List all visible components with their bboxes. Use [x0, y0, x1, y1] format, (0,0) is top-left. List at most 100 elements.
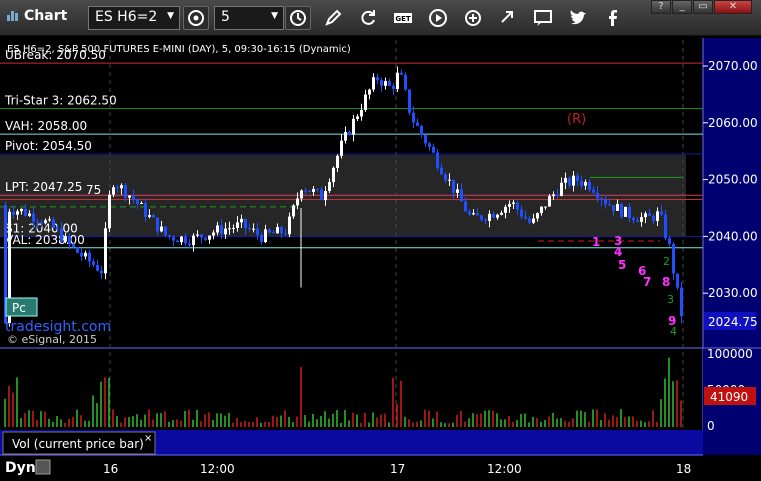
candle-body	[232, 227, 235, 229]
candle-body	[300, 190, 303, 199]
candle-body	[648, 213, 651, 216]
candle-body	[328, 182, 331, 192]
price-tick-label: 2070.00	[708, 59, 758, 73]
chart-area[interactable]: UBreak: 2070.50 Tri-Star 3: 2062.50 VAH: 2…	[0, 36, 761, 481]
twitter-icon[interactable]	[568, 8, 588, 28]
candle-body	[612, 205, 615, 211]
candle-body	[292, 205, 295, 217]
link-icon[interactable]	[498, 8, 518, 28]
candle-body	[152, 215, 155, 218]
candle-body	[524, 216, 527, 219]
candle-body	[368, 89, 371, 95]
close-study-icon[interactable]: ×	[144, 433, 152, 444]
chat-icon[interactable]	[533, 8, 553, 28]
interval-input[interactable]: 5 ▼	[214, 6, 284, 30]
candle-body	[436, 152, 439, 168]
candle-body	[32, 213, 35, 222]
candle-body	[600, 198, 603, 200]
candle-body	[364, 94, 367, 111]
candle-body	[252, 228, 255, 230]
chart-window: Chart ES H6=2 ▼ 5 ▼ GET ? _ ▭ ✕ UBreak: …	[0, 0, 761, 481]
candle-body	[48, 219, 51, 221]
price-tick-label: 2060.00	[708, 116, 758, 130]
settings-button[interactable]	[183, 6, 209, 30]
chart-svg[interactable]: UBreak: 2070.50Tri-Star 3: 2062.50VAH: 2…	[0, 36, 761, 481]
candle-body	[100, 270, 103, 274]
time-button[interactable]	[285, 6, 311, 30]
candle-body	[64, 236, 67, 242]
td-count: 3	[667, 293, 674, 306]
candle-body	[36, 221, 39, 223]
price-axis[interactable]	[703, 38, 761, 348]
candle-body	[272, 232, 275, 234]
candle-body	[216, 225, 219, 233]
candle-body	[76, 247, 79, 253]
candle-body	[260, 234, 263, 243]
candle-body	[204, 237, 207, 240]
td-count: 4	[614, 245, 622, 259]
minimize-button[interactable]: _	[672, 0, 692, 14]
time-label-18: 18	[676, 462, 691, 476]
candle-body	[68, 236, 71, 245]
get-icon[interactable]: GET	[393, 8, 413, 28]
symbol-input[interactable]: ES H6=2 ▼	[88, 6, 180, 30]
r-marker: (R)	[567, 112, 586, 127]
candle-body	[196, 234, 199, 236]
dyn-mode[interactable]: Dyn	[5, 460, 36, 476]
volume-bars	[4, 357, 682, 427]
pencil-icon[interactable]	[323, 8, 343, 28]
level-label: VAH: 2058.00	[5, 119, 87, 133]
level-label: Pivot: 2054.50	[5, 139, 92, 153]
candle-body	[632, 217, 635, 221]
candle-body	[72, 244, 75, 248]
help-button[interactable]: ?	[651, 0, 671, 14]
compare-icon[interactable]	[463, 8, 483, 28]
candle-body	[660, 211, 663, 215]
candle-body	[604, 199, 607, 205]
lock-icon[interactable]	[35, 459, 51, 475]
candle-body	[620, 203, 623, 217]
candle-body	[404, 74, 407, 90]
candle-body	[480, 215, 483, 220]
candle-body	[668, 238, 671, 245]
candle-body	[676, 273, 679, 288]
close-button[interactable]: ✕	[714, 0, 752, 14]
candle-body	[356, 116, 359, 119]
candle-body	[88, 252, 91, 262]
candle-body	[384, 81, 387, 86]
pc-button-label: Pc	[12, 301, 26, 315]
candle-body	[432, 146, 435, 153]
toolbar: Chart ES H6=2 ▼ 5 ▼ GET ? _ ▭ ✕	[0, 0, 761, 36]
candle-body	[464, 201, 467, 212]
candle-body	[560, 182, 563, 196]
candle-body	[340, 140, 343, 156]
candle-body	[508, 203, 511, 207]
candle-body	[440, 167, 443, 175]
play-icon[interactable]	[428, 8, 448, 28]
candle-body	[304, 190, 307, 192]
candle-body	[164, 226, 167, 236]
vol-axis-100k: 100000	[707, 347, 753, 361]
candle-body	[136, 199, 139, 204]
candle-body	[344, 131, 347, 141]
candle-body	[520, 209, 523, 217]
candle-body	[312, 189, 315, 192]
candle-body	[504, 206, 507, 213]
candle-body	[680, 287, 683, 317]
price-tick-label: 2050.00	[708, 173, 758, 187]
interval-value: 5	[221, 9, 230, 25]
candle-body	[516, 202, 519, 210]
candle-body	[224, 228, 227, 235]
settings-icon	[188, 10, 204, 26]
candle-body	[572, 175, 575, 186]
candle-body	[264, 229, 267, 243]
maximize-button[interactable]: ▭	[693, 0, 713, 14]
lpt-extra: 75	[86, 183, 101, 197]
candle-body	[288, 216, 291, 235]
price-tick-label: 2040.00	[708, 229, 758, 243]
candle-body	[220, 225, 223, 235]
facebook-icon[interactable]	[603, 8, 623, 28]
candle-body	[424, 134, 427, 144]
refresh-icon[interactable]	[358, 8, 378, 28]
level-label: LPT: 2047.25	[5, 180, 82, 194]
